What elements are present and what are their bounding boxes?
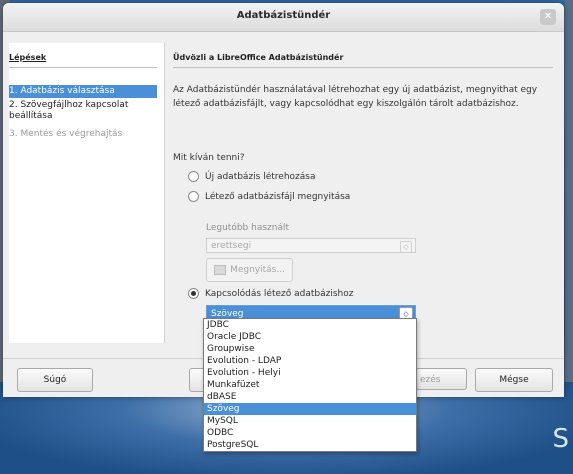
- open-button-label: Megnyitás...: [230, 265, 285, 275]
- radio-new-database[interactable]: Új adatbázis létrehozása: [188, 171, 315, 182]
- window-title: Adatbázistündér: [236, 10, 331, 21]
- welcome-heading: Üdvözli a LibreOffice Adatbázistündér: [173, 53, 344, 62]
- folder-icon: [214, 264, 227, 275]
- steps-title: Lépések: [9, 53, 47, 62]
- radio-button[interactable]: [188, 288, 199, 299]
- step-save-proceed: 3. Mentés és végrehajtás: [9, 129, 123, 139]
- main-panel: Üdvözli a LibreOffice Adatbázistündér Az…: [173, 43, 558, 353]
- finish-button[interactable]: ezés: [415, 368, 467, 390]
- chevron-updown-icon: ◇: [400, 241, 412, 253]
- radio-label: Kapcsolódás létező adatbázishoz: [205, 288, 354, 299]
- dropdown-item[interactable]: Oracle JDBC: [204, 331, 416, 343]
- radio-button[interactable]: [188, 171, 199, 182]
- intro-text: Az Adatbázistündér használatával létreho…: [173, 85, 538, 109]
- desktop-glyph: S: [552, 424, 569, 454]
- dropdown-item[interactable]: Groupwise: [204, 343, 416, 355]
- cancel-button[interactable]: Mégse: [475, 368, 553, 392]
- welcome-divider: [173, 67, 553, 68]
- title-bar[interactable]: Adatbázistündér ✕: [3, 3, 564, 32]
- dropdown-item[interactable]: Evolution - LDAP: [204, 355, 416, 367]
- question-label: Mit kíván tenni?: [173, 153, 245, 163]
- connection-type-dropdown[interactable]: JDBC Oracle JDBC Groupwise Evolution - L…: [203, 318, 417, 452]
- close-icon[interactable]: ✕: [540, 9, 556, 25]
- radio-label: Új adatbázis létrehozása: [205, 171, 316, 182]
- step-text-connection[interactable]: 2. Szövegfájlhoz kapcsolat beállítása: [9, 100, 157, 122]
- recent-label: Legutóbb használt: [206, 223, 290, 233]
- dropdown-item[interactable]: Munkafüzet: [204, 379, 416, 391]
- steps-divider: [9, 67, 157, 68]
- radio-open-existing[interactable]: Létező adatbázisfájl megnyitása: [188, 191, 350, 202]
- radio-button[interactable]: [188, 191, 199, 202]
- dropdown-item[interactable]: Evolution - Helyi: [204, 367, 416, 379]
- help-button[interactable]: Súgó: [17, 368, 93, 392]
- radio-connect-existing[interactable]: Kapcsolódás létező adatbázishoz: [188, 288, 353, 299]
- recent-value: erettsegi: [211, 241, 252, 251]
- dropdown-item[interactable]: MySQL: [204, 415, 416, 427]
- dropdown-item[interactable]: dBASE: [204, 391, 416, 403]
- open-button: Megnyitás...: [206, 258, 293, 282]
- recent-combo: erettsegi ◇: [206, 238, 416, 253]
- step-select-database[interactable]: 1. Adatbázis választása: [9, 85, 157, 98]
- steps-sidebar: Lépések 1. Adatbázis választása 2. Szöve…: [9, 43, 165, 343]
- dropdown-item[interactable]: ODBC: [204, 427, 416, 439]
- dropdown-item[interactable]: JDBC: [204, 319, 416, 331]
- dropdown-item[interactable]: PostgreSQL: [204, 439, 416, 451]
- dropdown-item-selected[interactable]: Szöveg: [204, 403, 416, 415]
- radio-label: Létező adatbázisfájl megnyitása: [205, 191, 351, 202]
